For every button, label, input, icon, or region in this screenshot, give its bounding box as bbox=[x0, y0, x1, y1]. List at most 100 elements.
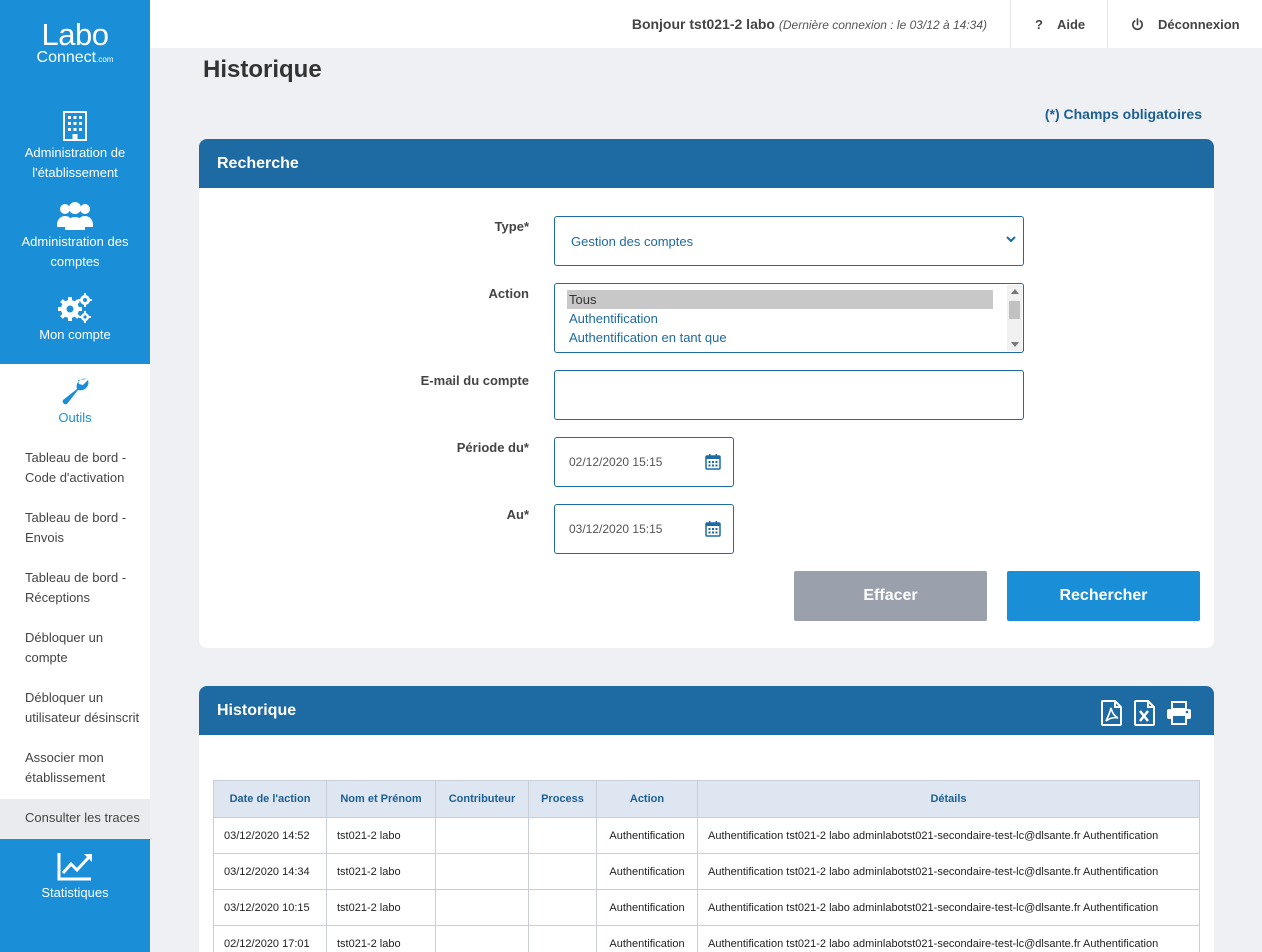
cell-contributeur bbox=[435, 853, 529, 890]
nav-mon-compte[interactable]: Mon compte bbox=[0, 285, 150, 364]
action-label: Action bbox=[488, 286, 529, 301]
cell-details: Authentification tst021-2 labo adminlabo… bbox=[697, 889, 1200, 926]
cell-process bbox=[528, 889, 597, 926]
cell-date: 03/12/2020 14:52 bbox=[213, 817, 327, 854]
print-icon[interactable] bbox=[1166, 700, 1192, 726]
table-row: 03/12/2020 14:52 tst021-2 labo Authentif… bbox=[213, 817, 1200, 854]
type-select[interactable]: Gestion des comptes bbox=[554, 216, 1024, 266]
search-button[interactable]: Rechercher bbox=[1007, 571, 1200, 621]
chevron-down-icon bbox=[1006, 236, 1016, 243]
nav-statistiques-label: Statistiques bbox=[41, 885, 109, 900]
table-header-row: Date de l'action Nom et Prénom Contribut… bbox=[213, 780, 1200, 818]
nav-outils[interactable]: Outils bbox=[0, 364, 150, 439]
outils-submenu: Tableau de bord - Code d'activation Tabl… bbox=[0, 439, 150, 839]
greeting-text: Bonjour tst021-2 labo bbox=[631, 16, 775, 32]
cell-contributeur bbox=[435, 889, 529, 926]
cell-date: 02/12/2020 17:01 bbox=[213, 925, 327, 952]
excel-export-icon[interactable] bbox=[1133, 700, 1157, 726]
table-row: 02/12/2020 17:01 tst021-2 labo Authentif… bbox=[213, 925, 1200, 952]
nav-admin-comptes-label: Administration des comptes bbox=[21, 234, 129, 269]
wrench-icon bbox=[62, 378, 89, 405]
action-listbox[interactable]: Tous Authentification Authentification e… bbox=[554, 283, 1024, 353]
cell-nom: tst021-2 labo bbox=[326, 817, 436, 854]
table-row: 03/12/2020 14:34 tst021-2 labo Authentif… bbox=[213, 853, 1200, 890]
pdf-export-icon[interactable] bbox=[1100, 700, 1124, 726]
cell-date: 03/12/2020 10:15 bbox=[213, 889, 327, 926]
type-select-value: Gestion des comptes bbox=[571, 234, 694, 249]
cell-date: 03/12/2020 14:34 bbox=[213, 853, 327, 890]
nav-admin-comptes[interactable]: Administration des comptes bbox=[0, 190, 150, 285]
last-login: (Dernière connexion : le 03/12 à 14:34) bbox=[778, 18, 987, 32]
col-date[interactable]: Date de l'action bbox=[213, 780, 327, 818]
cell-nom: tst021-2 labo bbox=[326, 889, 436, 926]
export-toolbar bbox=[1100, 700, 1192, 726]
help-button[interactable]: ? Aide bbox=[1010, 0, 1107, 48]
nav-outils-label: Outils bbox=[58, 410, 92, 425]
sub-item-code-activation[interactable]: Tableau de bord - Code d'activation bbox=[0, 439, 150, 499]
scroll-thumb[interactable] bbox=[1009, 301, 1020, 319]
col-contributeur[interactable]: Contributeur bbox=[435, 780, 529, 818]
sub-item-debloquer-utilisateur[interactable]: Débloquer un utilisateur désinscrit bbox=[0, 679, 150, 739]
cell-details: Authentification tst021-2 labo adminlabo… bbox=[697, 853, 1200, 890]
action-option-tous[interactable]: Tous bbox=[567, 290, 993, 309]
table-row: 03/12/2020 10:15 tst021-2 labo Authentif… bbox=[213, 889, 1200, 926]
period-from-input[interactable]: 02/12/2020 15:15 bbox=[554, 437, 734, 487]
cell-nom: tst021-2 labo bbox=[326, 853, 436, 890]
cell-process bbox=[528, 925, 597, 952]
power-icon bbox=[1132, 17, 1143, 30]
action-option-authentification[interactable]: Authentification bbox=[555, 309, 1023, 328]
building-icon bbox=[63, 111, 87, 141]
cell-action: Authentification bbox=[596, 817, 698, 854]
page-title: Historique bbox=[203, 56, 322, 83]
col-process[interactable]: Process bbox=[528, 780, 597, 818]
col-nom-prenom[interactable]: Nom et Prénom bbox=[326, 780, 436, 818]
history-panel-header: Historique bbox=[199, 686, 1214, 735]
cell-action: Authentification bbox=[596, 925, 698, 952]
logout-label: Déconnexion bbox=[1158, 16, 1240, 32]
scroll-up-arrow-icon[interactable] bbox=[1011, 289, 1019, 294]
email-input[interactable] bbox=[554, 370, 1024, 420]
cell-contributeur bbox=[435, 817, 529, 854]
cell-details: Authentification tst021-2 labo adminlabo… bbox=[697, 925, 1200, 952]
nav-mon-compte-label: Mon compte bbox=[39, 327, 111, 342]
brand-suffix: .com bbox=[96, 55, 114, 64]
help-label: Aide bbox=[1056, 16, 1086, 32]
cell-nom: tst021-2 labo bbox=[326, 925, 436, 952]
sub-item-associer-etablissement[interactable]: Associer mon établissement bbox=[0, 739, 150, 799]
type-label: Type* bbox=[494, 219, 529, 234]
sub-item-receptions[interactable]: Tableau de bord - Réceptions bbox=[0, 559, 150, 619]
nav-statistiques[interactable]: Statistiques bbox=[0, 839, 150, 952]
sidebar: Labo Connect.com Administration de l'éta… bbox=[0, 0, 150, 952]
clear-button[interactable]: Effacer bbox=[794, 571, 987, 621]
action-option-authentification-en-tant-que[interactable]: Authentification en tant que bbox=[555, 328, 1023, 347]
period-to-label: Au* bbox=[506, 507, 529, 522]
required-fields-note: (*) Champs obligatoires bbox=[1044, 106, 1202, 122]
period-to-input[interactable]: 03/12/2020 15:15 bbox=[554, 504, 734, 554]
brand-line2: Connect bbox=[36, 49, 97, 66]
col-action[interactable]: Action bbox=[596, 780, 698, 818]
sub-item-envois[interactable]: Tableau de bord - Envois bbox=[0, 499, 150, 559]
cell-contributeur bbox=[435, 925, 529, 952]
history-table: Date de l'action Nom et Prénom Contribut… bbox=[213, 780, 1200, 952]
calendar-icon[interactable] bbox=[705, 453, 721, 470]
search-panel-title: Recherche bbox=[199, 139, 1214, 188]
email-label: E-mail du compte bbox=[420, 373, 529, 388]
period-from-value: 02/12/2020 15:15 bbox=[569, 455, 663, 469]
brand-line1: Labo bbox=[41, 17, 109, 52]
sub-item-debloquer-compte[interactable]: Débloquer un compte bbox=[0, 619, 150, 679]
nav-admin-etablissement[interactable]: Administration de l'établissement bbox=[0, 95, 150, 190]
brand-logo[interactable]: Labo Connect.com bbox=[0, 0, 150, 95]
action-listbox-scrollbar[interactable] bbox=[1007, 285, 1022, 351]
cell-process bbox=[528, 817, 597, 854]
col-details[interactable]: Détails bbox=[697, 780, 1200, 818]
cell-action: Authentification bbox=[596, 889, 698, 926]
history-panel: Historique Date de l'action Nom et Préno… bbox=[199, 686, 1214, 952]
period-to-value: 03/12/2020 15:15 bbox=[569, 522, 663, 536]
calendar-icon[interactable] bbox=[705, 520, 721, 537]
sub-item-consulter-traces[interactable]: Consulter les traces bbox=[0, 799, 150, 839]
nav-admin-etablissement-label: Administration de l'établissement bbox=[24, 145, 126, 180]
logout-button[interactable]: Déconnexion bbox=[1107, 0, 1262, 48]
cell-action: Authentification bbox=[596, 853, 698, 890]
cell-process bbox=[528, 853, 597, 890]
scroll-down-arrow-icon[interactable] bbox=[1011, 342, 1019, 347]
